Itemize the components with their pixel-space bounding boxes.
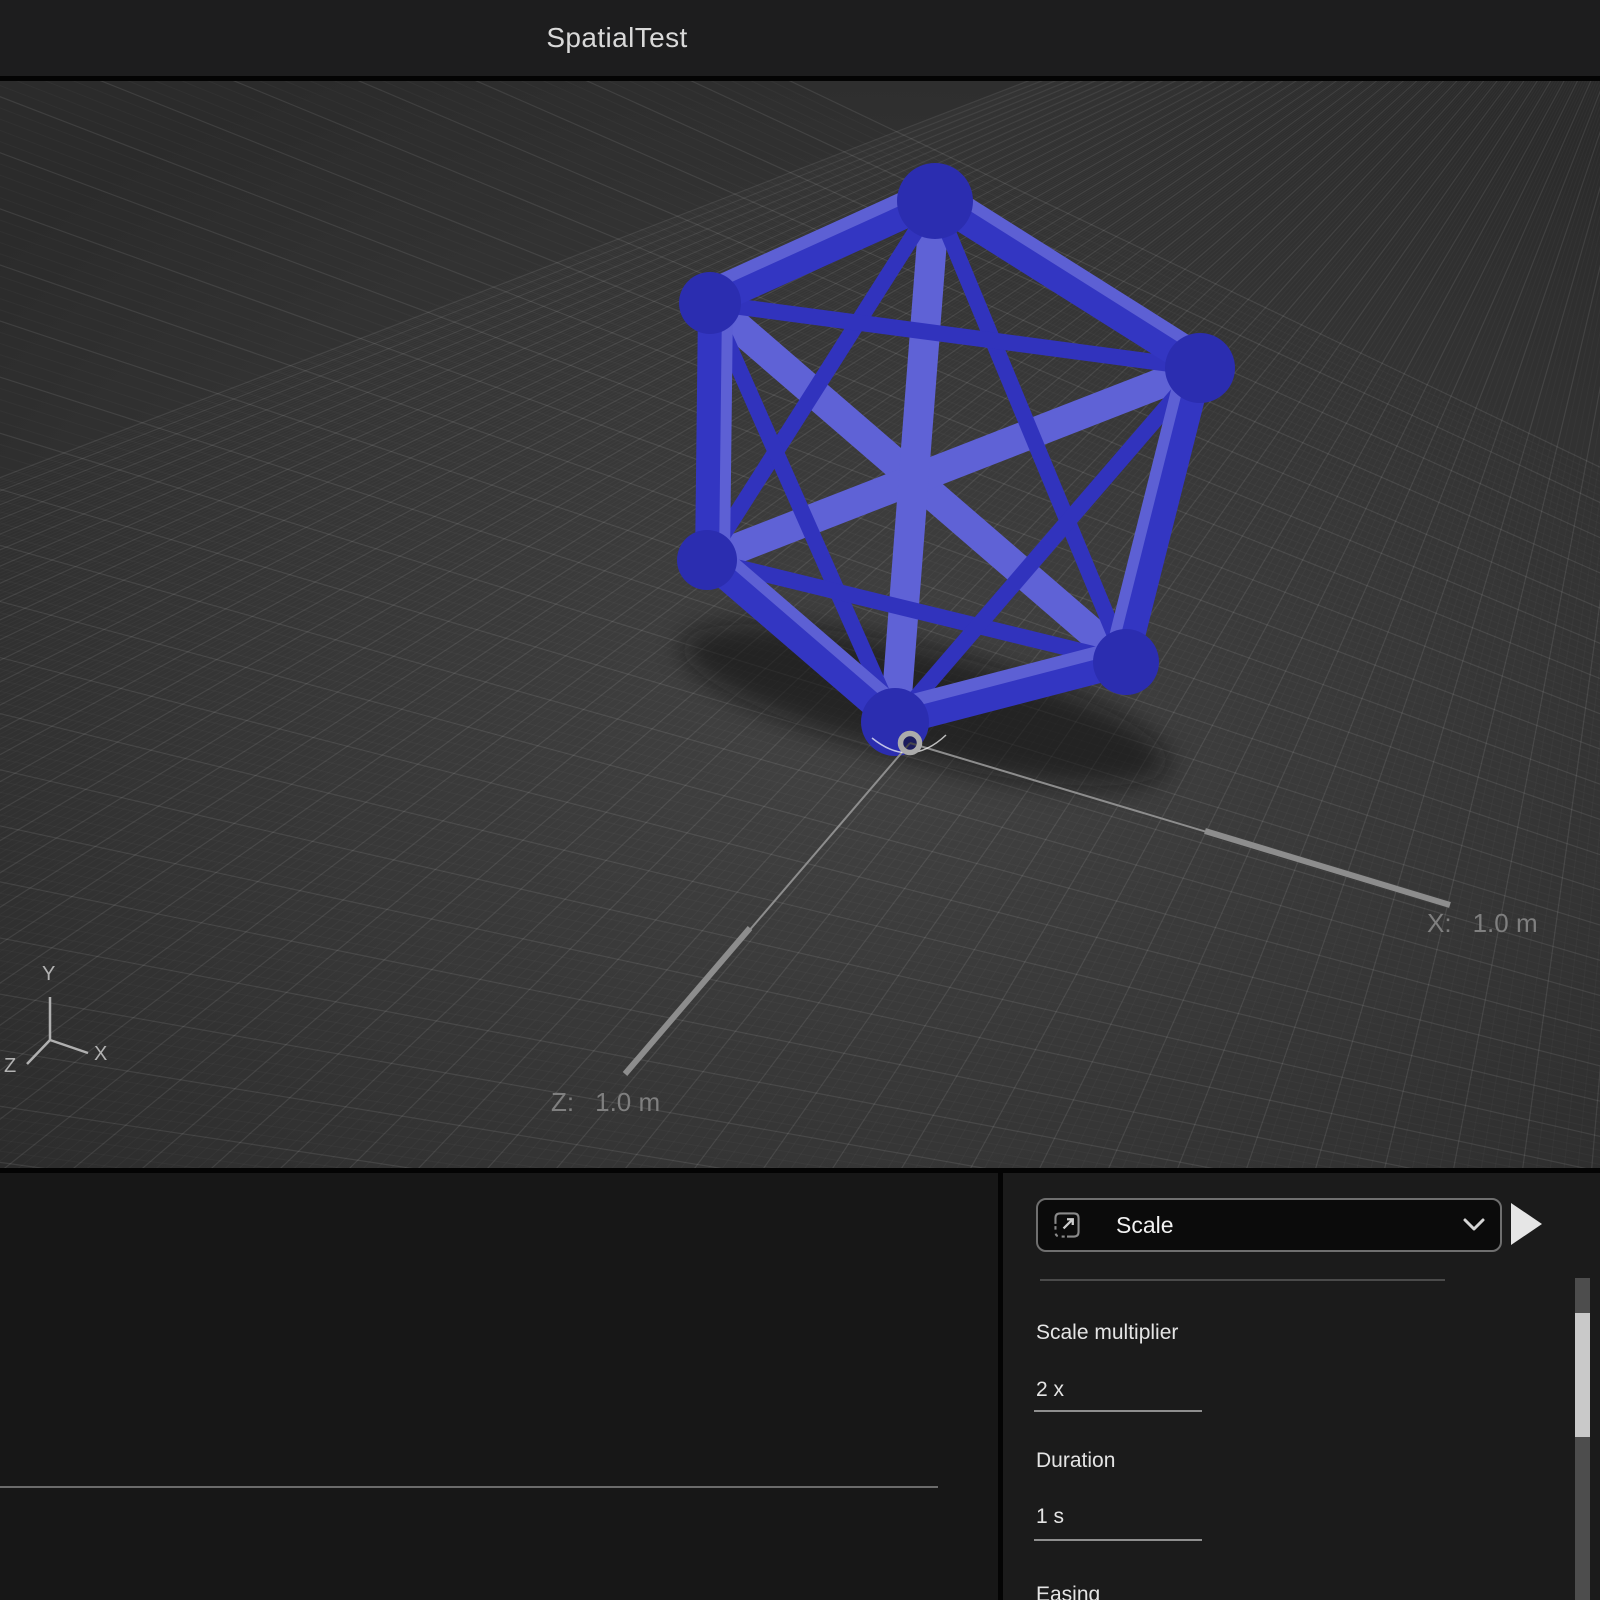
- duration-underline: [1034, 1539, 1202, 1541]
- timeline-rule: [0, 1486, 938, 1488]
- scale-icon: [1052, 1210, 1082, 1240]
- gizmo-x-label: X: [94, 1043, 107, 1066]
- play-button[interactable]: [1508, 1201, 1544, 1247]
- x-axis-name: X:: [1427, 908, 1452, 939]
- z-axis-value: 1.0 m: [595, 1087, 660, 1118]
- viewport-3d[interactable]: X: 1.0 m Z: 1.0 m Y X Z: [0, 81, 1600, 1168]
- inspector-scrollbar-track[interactable]: [1575, 1278, 1590, 1600]
- z-axis-label: Z: 1.0 m: [551, 1087, 660, 1118]
- app-window: SpatialTest: [0, 0, 1600, 1600]
- duration-input[interactable]: 1 s: [1036, 1505, 1064, 1529]
- inspector-panel: Scale Scale multiplier 2 x Duration 1 s …: [1003, 1173, 1600, 1600]
- scale-multiplier-underline: [1034, 1410, 1202, 1412]
- behavior-type-dropdown[interactable]: Scale: [1036, 1198, 1502, 1252]
- origin-ring-icon[interactable]: [901, 734, 920, 753]
- x-axis-value: 1.0 m: [1473, 908, 1538, 939]
- scene-canvas[interactable]: [0, 81, 1600, 1168]
- window-title: SpatialTest: [546, 22, 687, 54]
- timeline-panel[interactable]: [0, 1173, 998, 1600]
- x-axis-label: X: 1.0 m: [1427, 908, 1538, 939]
- section-divider: [1040, 1279, 1445, 1281]
- behavior-type-selected: Scale: [1116, 1212, 1174, 1239]
- title-bar: SpatialTest: [0, 0, 1600, 76]
- z-axis-name: Z:: [551, 1087, 574, 1118]
- scale-multiplier-label: Scale multiplier: [1036, 1321, 1178, 1345]
- easing-label: Easing: [1036, 1583, 1100, 1600]
- play-icon: [1508, 1201, 1544, 1247]
- gizmo-y-label: Y: [42, 963, 55, 986]
- gizmo-z-label: Z: [4, 1055, 16, 1078]
- chevron-down-icon: [1462, 1218, 1486, 1233]
- duration-label: Duration: [1036, 1449, 1115, 1473]
- inspector-scrollbar-thumb[interactable]: [1575, 1313, 1590, 1437]
- scale-multiplier-input[interactable]: 2 x: [1036, 1378, 1064, 1402]
